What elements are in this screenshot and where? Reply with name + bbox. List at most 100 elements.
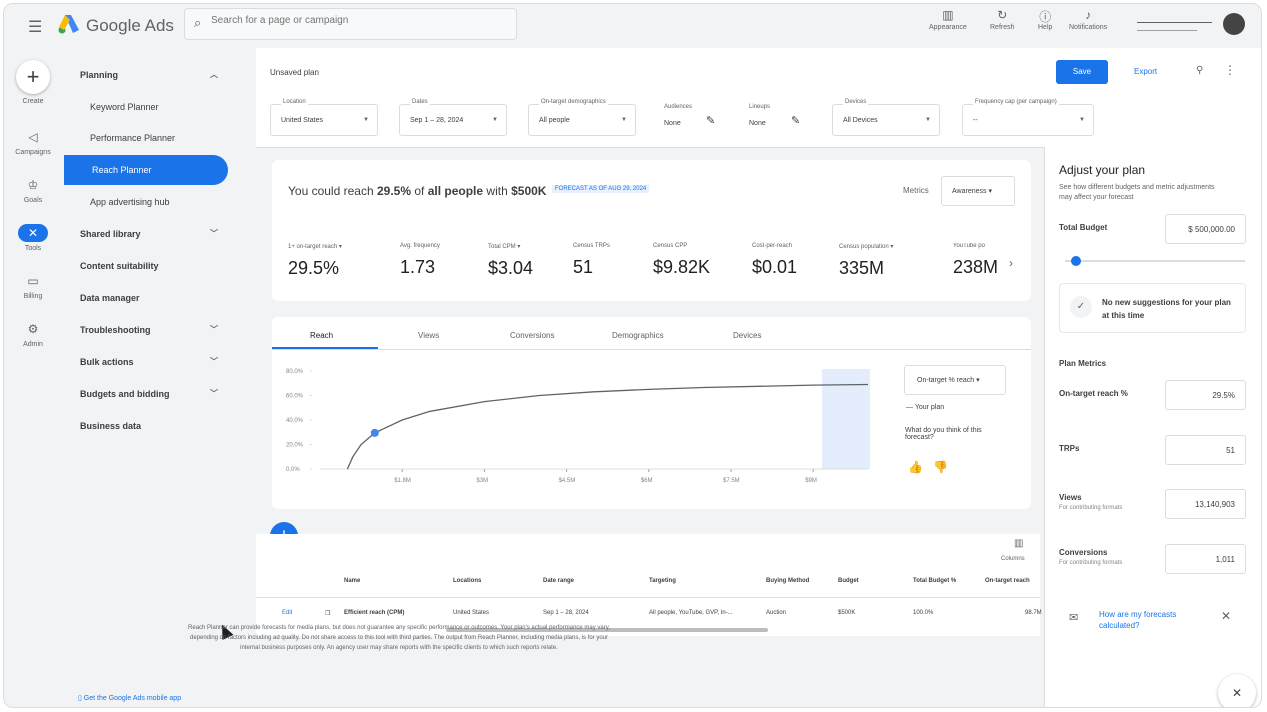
x-tick-label: $7.5M [723,478,740,484]
row-location: United States [453,610,490,616]
chevron-right-icon[interactable]: › [1009,256,1013,270]
nav-content-suitability[interactable]: Content suitability [62,251,230,281]
table-row-divider [256,597,1040,598]
edit-pencil-icon[interactable]: ✎ [706,114,715,127]
lineups-filter[interactable]: Lineups None ✎ [749,104,800,127]
rail-admin[interactable]: ⚙ Admin [4,320,62,348]
tab-conversions[interactable]: Conversions [510,331,554,340]
copy-icon[interactable]: ❐ [325,610,330,617]
tab-views[interactable]: Views [418,331,439,340]
budget-slider-handle[interactable] [1071,256,1082,266]
columns-label[interactable]: Columns [1001,556,1025,562]
adjust-plan-panel: Adjust your plan See how different budge… [1044,147,1261,707]
header-name[interactable]: Name [344,578,360,584]
dropdown-arrow-icon: ▼ [363,117,369,123]
thumbs-up-icon[interactable]: 👍 [908,460,923,474]
tab-demographics[interactable]: Demographics [612,331,664,340]
devices-filter[interactable]: Devices All Devices ▼ [832,99,940,136]
top-bar: ☰ Google Ads ⌕ ▥ Appearance ↻ Refresh ⓘ … [4,4,1261,48]
nav-data-manager[interactable]: Data manager [62,283,230,313]
more-options-icon[interactable]: ⋮ [1224,63,1236,77]
nav-business-data[interactable]: Business data [62,411,230,441]
frequency-filter[interactable]: Frequency cap (per campaign) -- ▼ [962,99,1094,136]
nav-planning[interactable]: Planning ︿ [62,60,230,90]
frequency-value: -- [973,117,978,124]
nav-budgets-bidding[interactable]: Budgets and bidding ﹀ [62,379,230,409]
dates-filter[interactable]: Dates Sep 1 – 28, 2024 ▼ [399,99,507,136]
rail-goals[interactable]: ♔ Goals [4,176,62,204]
tools-fab[interactable]: ✕ [1218,674,1256,707]
header-targeting[interactable]: Targeting [649,578,676,584]
thumbs-down-icon[interactable]: 👎 [933,460,948,474]
location-filter[interactable]: Location United States ▼ [270,99,378,136]
search-input[interactable] [211,15,501,26]
account-name-line[interactable] [1137,22,1212,23]
budget-slider-track[interactable] [1065,260,1245,262]
metric-cpm[interactable]: Total CPM ▾ $3.04 [488,243,533,279]
refresh-icon: ↻ [997,8,1008,22]
avatar[interactable] [1223,13,1245,35]
mobile-app-link[interactable]: ▯ Get the Google Ads mobile app [78,694,181,702]
metric-population[interactable]: Census population ▾ 335M [839,243,893,279]
trps-input[interactable]: 51 [1165,435,1246,465]
search-box[interactable]: ⌕ [184,8,517,40]
nav-performance-planner[interactable]: Performance Planner [62,123,230,153]
plan-name[interactable]: Unsaved plan [270,68,319,77]
nav-troubleshooting[interactable]: Troubleshooting ﹀ [62,315,230,345]
nav-shared-library[interactable]: Shared library ﹀ [62,219,230,249]
notifications-button[interactable]: ♪ Notifications [1069,8,1107,31]
views-input[interactable]: 13,140,903 [1165,489,1246,519]
save-button[interactable]: Save [1056,60,1108,84]
location-pin-icon[interactable]: ⚲ [1196,65,1203,76]
row-reach: 98.7M [1025,610,1042,616]
dates-label: Dates [410,99,430,105]
tools-icon: ✕ [1231,686,1243,700]
edit-link[interactable]: Edit [282,610,292,616]
envelope-icon: ✉ [1069,612,1079,624]
how-forecast-link[interactable]: How are my forecasts calculated? [1099,609,1209,631]
tab-reach[interactable]: Reach [310,331,333,340]
columns-icon[interactable]: ▥ [1014,538,1023,549]
metric-reach[interactable]: 1+ on-target reach ▾ 29.5% [288,243,342,279]
tab-devices[interactable]: Devices [733,331,761,340]
chevron-down-icon: ﹀ [210,389,218,398]
metrics-label: Metrics [903,186,929,195]
megaphone-icon: ◁ [28,130,38,144]
metrics-dropdown[interactable]: Awareness ▾ [941,176,1015,206]
suggestion-text: No new suggestions for your plan at this… [1102,298,1231,320]
on-target-reach-input[interactable]: 29.5% [1165,380,1246,410]
demographics-value: All people [539,117,570,124]
nav-bulk-actions[interactable]: Bulk actions ﹀ [62,347,230,377]
left-rail: + Create ◁ Campaigns ♔ Goals ✕ Tools ▭ B… [4,48,62,707]
header-total-budget-pct[interactable]: Total Budget % [913,578,956,584]
header-on-target-reach[interactable]: On-target reach [985,578,1030,584]
views-sublabel: For contributing formats [1059,505,1123,511]
y-tick-label: 60.0% [286,394,304,400]
header-date-range[interactable]: Date range [543,578,574,584]
row-name: Efficient reach (CPM) [344,610,405,616]
rail-campaigns[interactable]: ◁ Campaigns [4,128,62,156]
nav-keyword-planner[interactable]: Keyword Planner [62,92,230,122]
appearance-button[interactable]: ▥ Appearance [929,8,967,31]
hamburger-menu-icon[interactable]: ☰ [28,17,42,37]
header-buying-method[interactable]: Buying Method [766,578,809,584]
rail-tools[interactable]: ✕ Tools [4,224,62,252]
export-button[interactable]: Export [1134,67,1157,76]
audiences-filter[interactable]: Audiences None ✎ [664,104,715,127]
refresh-button[interactable]: ↻ Refresh [990,8,1015,31]
header-locations[interactable]: Locations [453,578,481,584]
create-button[interactable]: + [16,60,50,94]
chart-metric-dropdown[interactable]: On-target % reach ▾ [904,365,1006,395]
demographics-filter[interactable]: On-target demographics All people ▼ [528,99,636,136]
location-label: Location [281,99,308,105]
edit-pencil-icon[interactable]: ✎ [791,114,800,127]
header-budget[interactable]: Budget [838,578,859,584]
total-budget-input[interactable]: $ 500,000.00 [1165,214,1246,244]
close-icon[interactable]: ✕ [1221,609,1231,623]
help-button[interactable]: ⓘ Help [1038,8,1052,31]
nav-reach-planner[interactable]: Reach Planner [64,155,228,185]
conversions-input[interactable]: 1,011 [1165,544,1246,574]
reach-curve-chart: 0.0% 20.0% 40.0% 60.0% 80.0% $1.8M $3M $4.5M $6M… [286,369,870,484]
nav-app-advertising-hub[interactable]: App advertising hub [62,187,230,217]
rail-billing[interactable]: ▭ Billing [4,272,62,300]
